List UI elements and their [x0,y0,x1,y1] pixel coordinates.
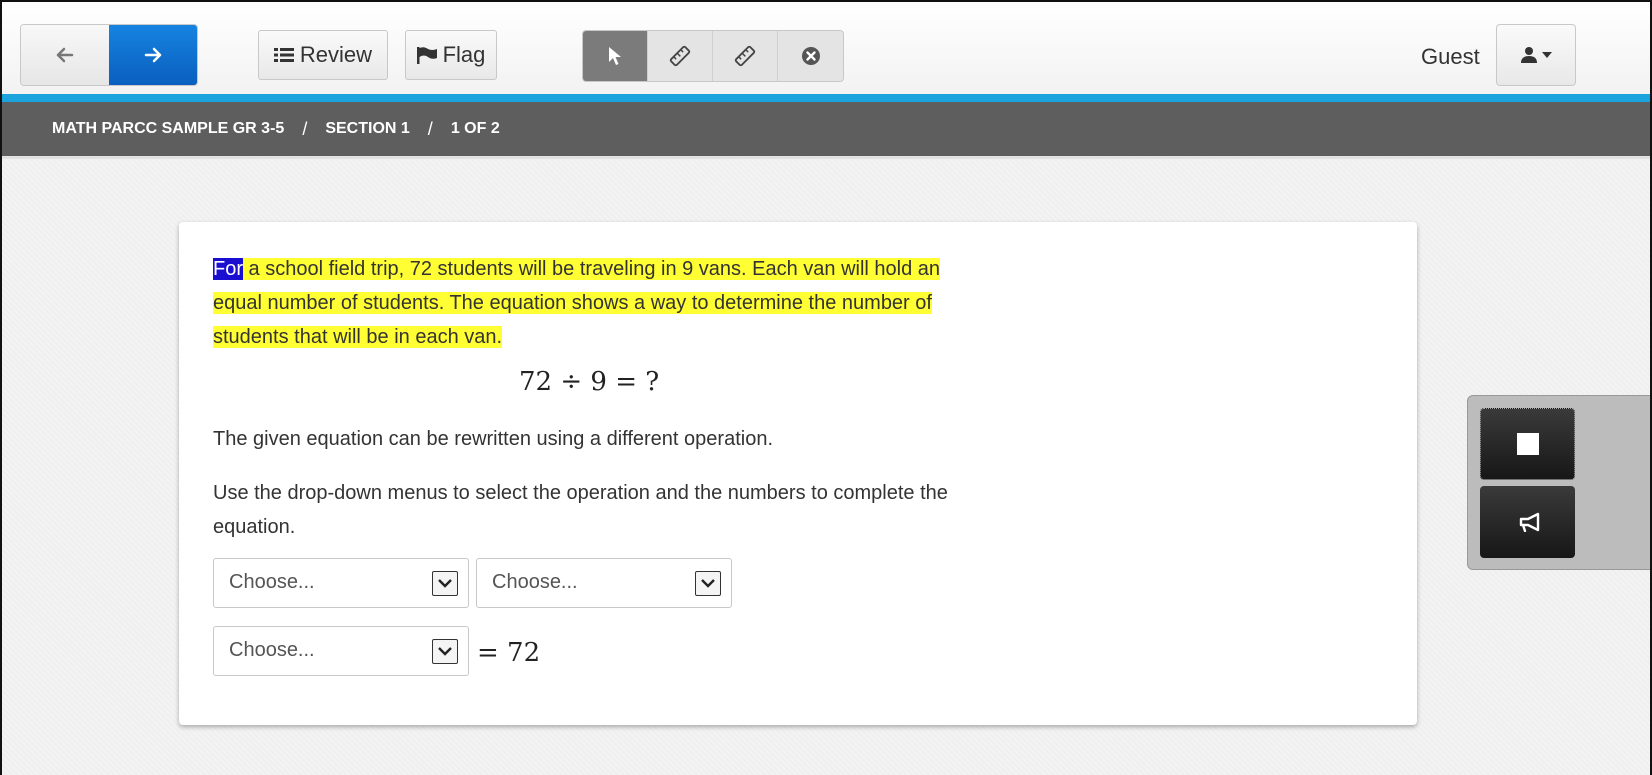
back-button[interactable] [21,25,109,85]
accent-line [2,94,1650,102]
arrow-left-icon [56,47,74,63]
text-to-speech-panel [1467,395,1650,570]
instruction-paragraph-2: Use the drop-down menus to select the op… [213,482,948,538]
megaphone-icon [1519,512,1539,532]
division-equation: 72 ÷ 9 = ? [519,367,660,397]
chevron-down-icon[interactable] [695,571,721,596]
top-toolbar: Review Flag Guest [2,2,1650,96]
stop-icon [1516,433,1539,455]
passage-text: a school field trip, 72 students will be… [213,258,941,348]
dropdown-2[interactable]: Choose... [476,558,732,608]
ruler-alt-icon [734,45,756,67]
question-passage: For a school field trip, 72 students wil… [213,252,973,354]
next-button[interactable] [109,25,197,85]
dropdown-3[interactable]: Choose... [213,626,469,676]
flag-label: Flag [442,42,486,67]
review-button[interactable]: Review [258,30,388,80]
instruction-paragraph-1: The given equation can be rewritten usin… [213,428,773,450]
tools-group [582,30,844,82]
user-name: Guest [1421,44,1480,69]
pointer-icon [609,47,621,65]
flag-button[interactable]: Flag [405,30,497,80]
eliminate-tool-button[interactable] [778,31,843,81]
flag-icon [416,47,437,64]
breadcrumb: MATH PARCC SAMPLE GR 3-5 / SECTION 1 / 1… [2,102,1650,156]
stop-button[interactable] [1480,408,1575,480]
breadcrumb-separator: / [427,118,433,139]
dropdown-2-value: Choose... [492,571,578,593]
navigation-group [20,24,198,86]
user-icon [1521,47,1537,63]
chevron-down-icon[interactable] [432,571,458,596]
highlighted-passage: For a school field trip, 72 students wil… [213,258,941,348]
breadcrumb-item-section: SECTION 1 [325,120,410,137]
ruler-tool-button[interactable] [648,31,713,81]
dropdown-1[interactable]: Choose... [213,558,469,608]
speak-button[interactable] [1480,486,1575,558]
caret-down-icon [1542,52,1552,58]
review-label: Review [299,42,373,67]
ruler-icon [669,45,691,67]
close-circle-icon [801,47,820,65]
selected-word: For [213,258,243,280]
list-icon [273,48,294,62]
arrow-right-icon [144,47,162,63]
dropdown-3-value: Choose... [229,639,315,661]
question-card: For a school field trip, 72 students wil… [179,222,1417,725]
chevron-down-icon[interactable] [432,639,458,664]
breadcrumb-item-page: 1 OF 2 [450,120,500,137]
equation-result: = 72 [477,638,541,668]
pointer-tool-button[interactable] [583,31,648,81]
ruler-alt-tool-button[interactable] [713,31,778,81]
breadcrumb-item-test: MATH PARCC SAMPLE GR 3-5 [52,120,285,137]
breadcrumb-separator: / [302,118,308,139]
user-menu-button[interactable] [1496,24,1576,86]
dropdown-1-value: Choose... [229,571,315,593]
app-frame: Review Flag Guest MATH PARCC SAMPLE GR 3… [0,0,1652,775]
